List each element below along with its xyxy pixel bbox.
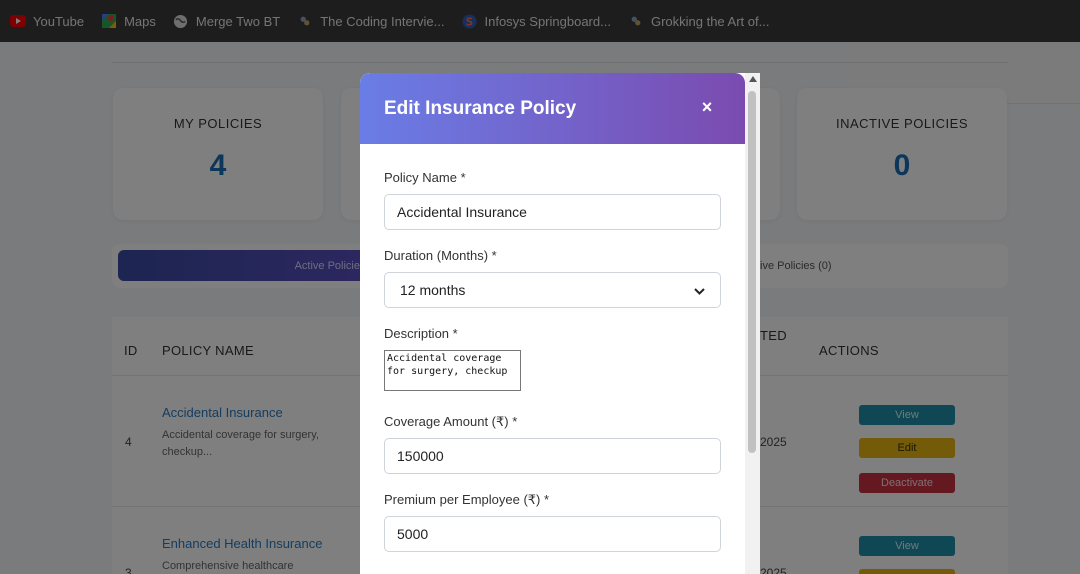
premium-label: Premium per Employee (₹) *	[384, 492, 550, 507]
scrollbar-thumb[interactable]	[748, 91, 756, 453]
chevron-down-icon	[694, 282, 705, 298]
duration-label: Duration (Months) *	[384, 248, 497, 263]
description-textarea[interactable]: Accidental coverage for surgery, checkup	[384, 350, 521, 391]
modal-header: Edit Insurance Policy ×	[360, 73, 745, 144]
policy-name-label: Policy Name *	[384, 170, 466, 185]
duration-select[interactable]: 12 months	[384, 272, 721, 308]
close-icon[interactable]: ×	[697, 97, 717, 117]
description-label: Description *	[384, 326, 458, 341]
coverage-amount-label: Coverage Amount (₹) *	[384, 414, 518, 429]
policy-name-input[interactable]	[384, 194, 721, 230]
edit-policy-modal: Edit Insurance Policy × Policy Name * Du…	[360, 73, 760, 574]
modal-title: Edit Insurance Policy	[384, 98, 577, 119]
modal-scrollbar[interactable]	[745, 73, 760, 574]
coverage-amount-input[interactable]	[384, 438, 721, 474]
duration-selected-value: 12 months	[400, 282, 466, 298]
scroll-up-arrow-icon[interactable]	[749, 76, 757, 82]
premium-input[interactable]	[384, 516, 721, 552]
